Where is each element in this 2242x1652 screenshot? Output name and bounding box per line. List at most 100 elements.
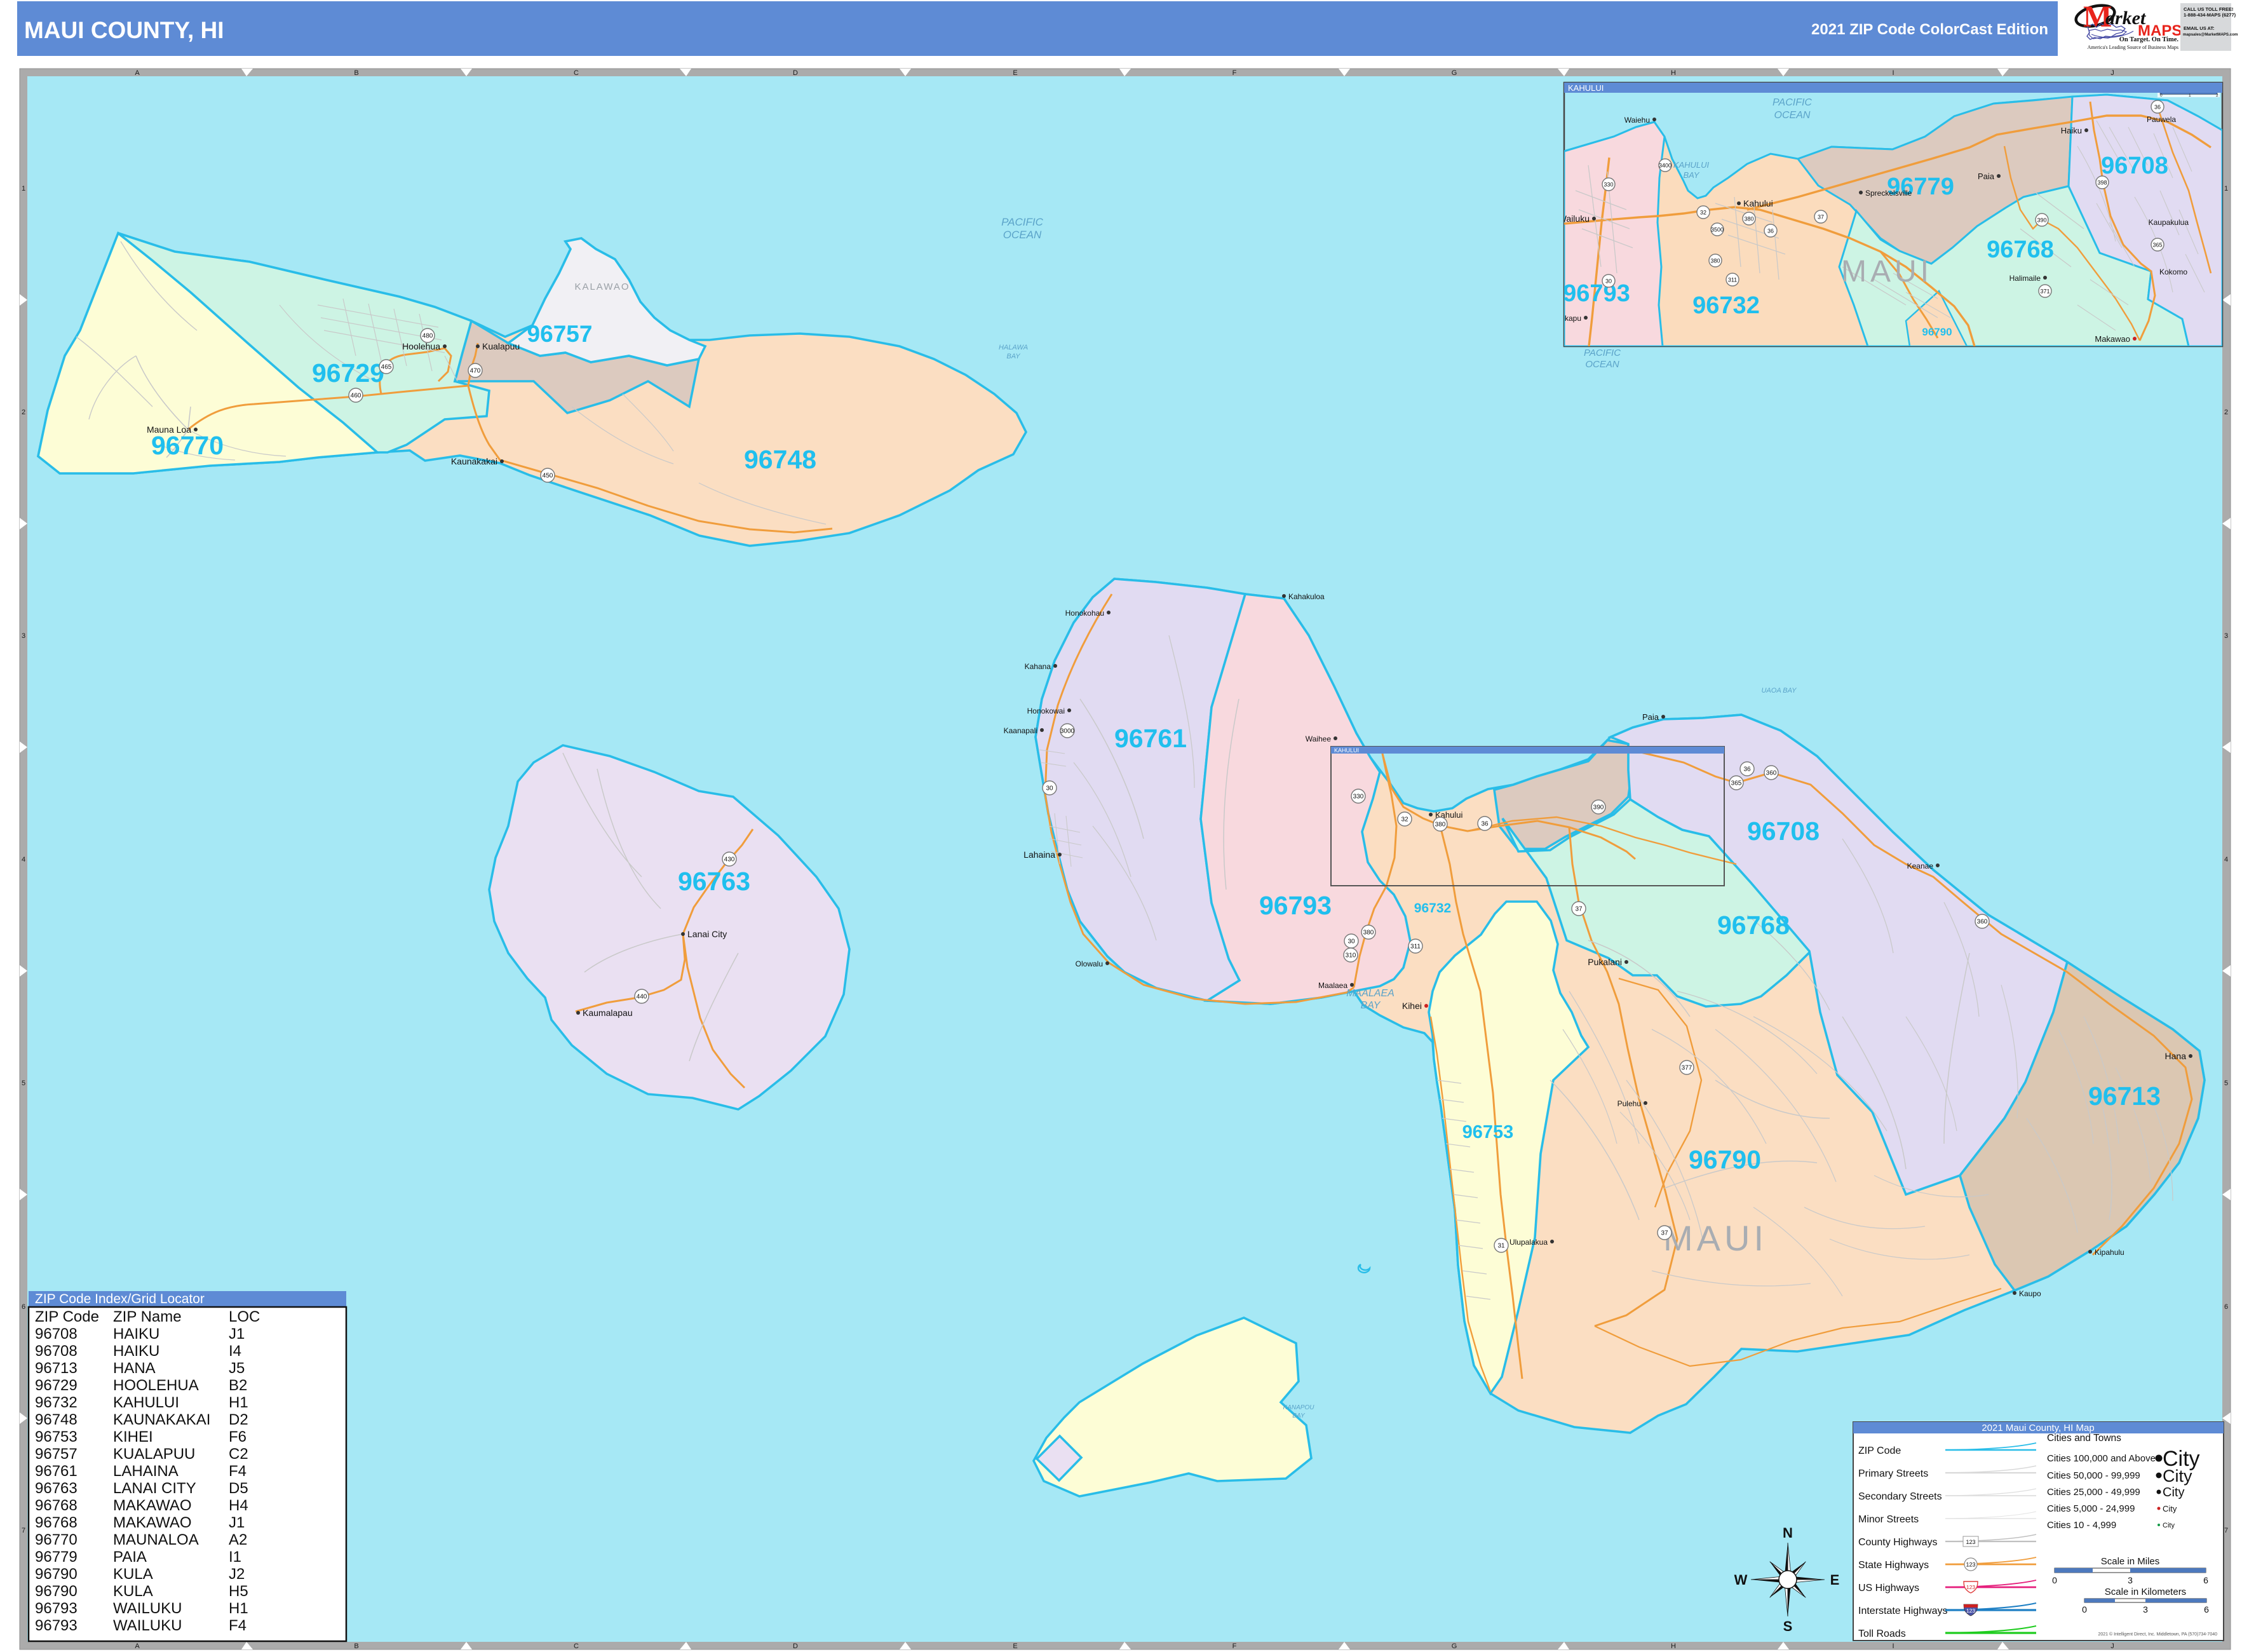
svg-text:CALL US TOLL FREE!: CALL US TOLL FREE!	[2184, 6, 2233, 12]
svg-text:5: 5	[22, 1080, 25, 1087]
svg-text:4: 4	[2224, 856, 2228, 863]
svg-text:Kaumalapau: Kaumalapau	[583, 1008, 633, 1018]
svg-text:96763: 96763	[678, 867, 750, 896]
svg-text:PACIFIC: PACIFIC	[1773, 97, 1812, 108]
svg-text:Pauwela: Pauwela	[2147, 115, 2176, 124]
svg-text:310: 310	[1346, 952, 1356, 959]
svg-text:KULA: KULA	[113, 1566, 153, 1583]
svg-text:96768: 96768	[35, 1497, 78, 1514]
svg-text:Cities 25,000 - 49,999: Cities 25,000 - 49,999	[2047, 1487, 2140, 1498]
svg-text:30: 30	[1046, 785, 1053, 792]
svg-text:380: 380	[1744, 216, 1753, 222]
svg-text:B: B	[354, 69, 358, 77]
svg-text:G: G	[1452, 1642, 1457, 1650]
svg-text:KIHEI: KIHEI	[113, 1428, 153, 1446]
svg-text:KAHULUI: KAHULUI	[1673, 160, 1710, 170]
svg-text:96768: 96768	[1987, 236, 2054, 263]
svg-text:96761: 96761	[35, 1463, 78, 1480]
svg-text:Cities 50,000 - 99,999: Cities 50,000 - 99,999	[2047, 1470, 2140, 1481]
svg-text:365: 365	[1731, 780, 1742, 787]
svg-text:Cities and Towns: Cities and Towns	[2047, 1433, 2121, 1444]
svg-text:2: 2	[2216, 93, 2218, 98]
svg-text:Honokohau: Honokohau	[1065, 609, 1104, 618]
svg-text:Maalaea: Maalaea	[1318, 981, 1347, 990]
svg-text:KUALAPUU: KUALAPUU	[113, 1446, 195, 1463]
svg-text:96793: 96793	[35, 1617, 78, 1634]
svg-text:32: 32	[1401, 816, 1408, 823]
svg-text:360: 360	[1977, 919, 1988, 926]
svg-text:3000: 3000	[1060, 728, 1075, 735]
svg-text:Kihei: Kihei	[1402, 1001, 1422, 1011]
svg-text:Interstate Highways: Interstate Highways	[1858, 1606, 1948, 1616]
svg-text:36: 36	[1767, 228, 1774, 234]
svg-text:E: E	[1013, 1642, 1017, 1650]
svg-text:KAHULUI: KAHULUI	[1568, 83, 1604, 93]
svg-text:MAUI COUNTY, HI: MAUI COUNTY, HI	[24, 17, 224, 43]
svg-text:96793: 96793	[1259, 891, 1332, 920]
svg-text:0: 0	[2052, 1575, 2057, 1585]
svg-text:D: D	[793, 1642, 798, 1650]
svg-text:I4: I4	[229, 1343, 241, 1360]
svg-text:96779: 96779	[35, 1548, 78, 1566]
svg-text:J5: J5	[229, 1360, 245, 1377]
svg-text:3: 3	[2128, 1575, 2133, 1585]
svg-text:96753: 96753	[35, 1428, 78, 1446]
svg-text:City: City	[2163, 1486, 2184, 1500]
svg-text:City: City	[2163, 1504, 2177, 1513]
svg-text:PACIFIC: PACIFIC	[1584, 348, 1621, 358]
svg-text:Kahana: Kahana	[1025, 662, 1051, 671]
svg-text:96753: 96753	[1462, 1122, 1514, 1142]
svg-text:96732: 96732	[1414, 901, 1451, 916]
svg-text:MAUI: MAUI	[1841, 255, 1933, 288]
svg-text:470: 470	[470, 368, 481, 375]
svg-text:7: 7	[2224, 1527, 2228, 1534]
svg-text:Primary Streets: Primary Streets	[1858, 1468, 1928, 1479]
svg-text:H: H	[1671, 1642, 1676, 1650]
svg-text:96748: 96748	[35, 1411, 78, 1428]
svg-text:96757: 96757	[35, 1446, 78, 1463]
svg-text:96708: 96708	[2101, 152, 2168, 179]
svg-text:OCEAN: OCEAN	[1003, 229, 1042, 241]
svg-text:96713: 96713	[2088, 1081, 2161, 1111]
svg-text:ZIP Name: ZIP Name	[113, 1308, 182, 1325]
svg-text:96770: 96770	[151, 431, 224, 460]
svg-text:380: 380	[1435, 822, 1446, 829]
svg-text:J1: J1	[229, 1514, 245, 1531]
svg-text:Paia: Paia	[1978, 172, 1995, 181]
svg-text:123: 123	[1966, 1562, 1975, 1568]
svg-text:3400: 3400	[1659, 163, 1671, 169]
svg-text:Kahului: Kahului	[1743, 198, 1773, 208]
svg-text:390: 390	[1593, 804, 1604, 811]
svg-text:Spreckelsville: Spreckelsville	[1865, 189, 1912, 198]
svg-text:A: A	[135, 1642, 140, 1650]
svg-text:S: S	[1783, 1618, 1793, 1634]
svg-text:City: City	[2163, 1466, 2192, 1486]
svg-text:F4: F4	[229, 1463, 246, 1480]
svg-text:County Highways: County Highways	[1858, 1537, 1938, 1548]
svg-text:WAILUKU: WAILUKU	[113, 1617, 182, 1634]
svg-text:HOOLEHUA: HOOLEHUA	[113, 1377, 199, 1394]
svg-text:96729: 96729	[312, 358, 384, 388]
svg-text:H4: H4	[229, 1497, 248, 1514]
svg-text:430: 430	[724, 856, 735, 863]
svg-text:F: F	[1232, 1642, 1237, 1650]
svg-text:F6: F6	[229, 1428, 246, 1446]
svg-text:Paia: Paia	[1642, 712, 1659, 722]
svg-text:B: B	[354, 1642, 358, 1650]
svg-text:PACIFIC: PACIFIC	[1001, 216, 1044, 228]
svg-text:Cities 100,000 and Above: Cities 100,000 and Above	[2047, 1453, 2156, 1464]
svg-text:96790: 96790	[1922, 326, 1952, 338]
svg-text:Lahaina: Lahaina	[1023, 850, 1055, 860]
svg-text:C: C	[574, 1642, 579, 1650]
svg-text:0: 0	[2082, 1604, 2087, 1615]
svg-text:330: 330	[1353, 794, 1364, 801]
svg-text:City: City	[2163, 1522, 2175, 1529]
svg-text:F4: F4	[229, 1617, 246, 1634]
svg-text:123: 123	[1966, 1608, 1975, 1614]
svg-text:Kaupo: Kaupo	[2019, 1289, 2041, 1298]
svg-text:D5: D5	[229, 1480, 248, 1497]
svg-text:America's Leading Source of Bu: America's Leading Source of Business Map…	[2088, 44, 2178, 50]
svg-text:311: 311	[1728, 277, 1737, 283]
svg-text:6: 6	[22, 1303, 25, 1311]
svg-text:1: 1	[2189, 93, 2191, 98]
